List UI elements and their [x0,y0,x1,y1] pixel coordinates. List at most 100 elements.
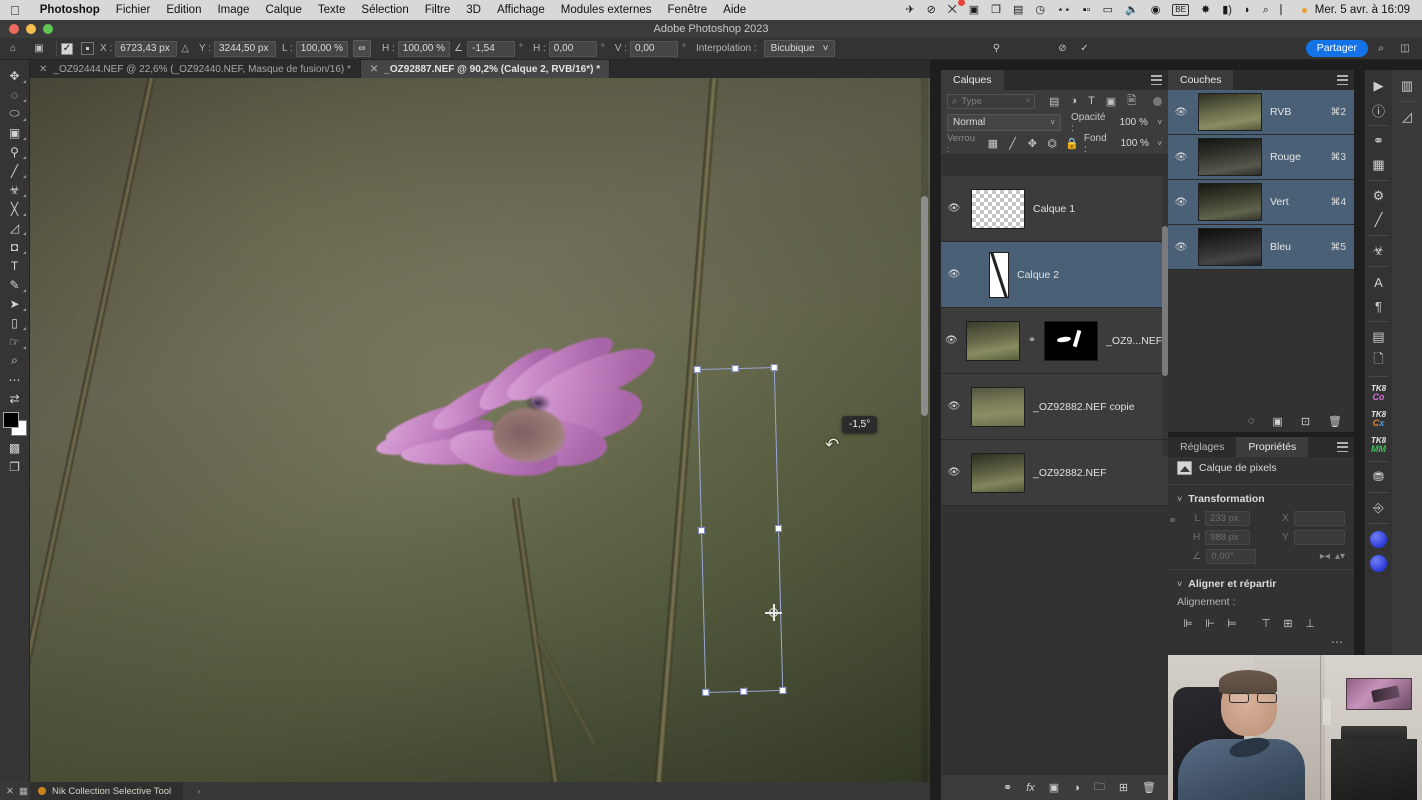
height-field[interactable]: 100,00 % [397,40,451,57]
cancel-transform-icon[interactable]: ⊘ [1051,38,1073,60]
align-center-horizontal-icon[interactable]: ⊩ [1199,614,1221,632]
menu-item-fenetre[interactable]: Fenêtre [660,0,716,20]
align-right-icon[interactable]: ⊨ [1221,614,1243,632]
lock-transparency-icon[interactable]: ▦ [985,137,1001,150]
document-tab-1[interactable]: ✕ _OZ92444.NEF @ 22,6% (_OZ92440.NEF, Ma… [30,60,361,78]
layer-name[interactable]: Calque 1 [1033,203,1075,215]
fill-value[interactable]: 100 % [1116,136,1153,152]
layer-visibility-icon[interactable]: 👁 [945,401,963,412]
menu-bar-clock[interactable]: Mer. 5 avr. à 16:09 [1307,4,1414,16]
brush-settings-icon[interactable]: ╱ [1366,208,1392,232]
plugin-blue2-icon[interactable] [1366,551,1392,575]
delete-channel-icon[interactable]: 🗑 [1328,415,1342,428]
plugin-blue-icon[interactable] [1366,527,1392,551]
layer-visibility-icon[interactable]: 👁 [945,335,958,346]
filter-smart-object-icon[interactable]: 🗎 [1127,92,1136,111]
table-row[interactable]: 👁 _OZ92882.NEF copie [941,374,1168,440]
adjustments-panel-icon[interactable]: ⚙ [1366,184,1392,208]
list-item[interactable]: 👁 Vert ⌘4 [1168,180,1354,225]
panel-menu-icon[interactable] [1337,442,1348,452]
list-item[interactable]: 👁 RVB ⌘2 [1168,90,1354,135]
zoom-tool[interactable]: ⌕ [2,351,28,370]
menu-item-photoshop[interactable]: Photoshop [32,0,108,20]
time-machine-icon[interactable]: ◷ [1029,0,1051,20]
new-layer-icon[interactable]: ⊞ [1119,781,1128,794]
new-channel-icon[interactable]: ⊡ [1301,415,1310,428]
paragraph-panel-icon[interactable]: ¶ [1366,294,1392,318]
width-field[interactable]: 100,00 % [295,40,348,57]
screen-record-icon[interactable]: ▣ [963,0,985,20]
brush-tool[interactable]: ╱ [2,161,28,180]
document-tab-2[interactable]: ✕ _OZ92887.NEF @ 90,2% (Calque 2, RVB/16… [360,60,611,78]
clone-stamp-tool[interactable]: ☣ [2,180,28,199]
document-canvas[interactable]: ↶ -1,5° [30,78,930,790]
transform-handle-bottom-right[interactable] [779,686,787,695]
display-icon[interactable]: ▭ [1097,0,1119,20]
pen-tool[interactable]: ✎ [2,275,28,294]
layer-thumbnail[interactable] [971,386,1025,427]
chevron-down-icon[interactable]: ˅ [1157,139,1162,148]
new-adjustment-layer-icon[interactable]: ◑ [1073,782,1080,794]
histogram-panel-icon[interactable]: ▥ [1394,74,1420,98]
hand-tool[interactable]: ☞ [2,332,28,351]
channel-visibility-icon[interactable]: 👁 [1172,242,1190,253]
blend-mode-select[interactable]: Normal ˅ [947,114,1061,131]
constrain-proportions-icon[interactable]: ⚭ [1168,514,1178,536]
layer-mask-thumbnail[interactable] [1044,320,1099,361]
apple-icon[interactable]:  [10,4,20,17]
tab-proprietes[interactable]: Propriétés [1236,437,1309,457]
tab-couches[interactable]: Couches [1168,70,1234,90]
transform-handle-bottom-center[interactable] [740,687,748,696]
interpolation-select[interactable]: Bicubique ˅ [763,40,836,57]
paths-panel-icon[interactable]: ◿ [1394,105,1420,129]
chain-link-icon[interactable]: ∞ [353,40,371,57]
transform-reference-icon[interactable]: ▣ [26,38,52,60]
color-panel-icon[interactable]: ⚭ [1366,129,1392,153]
tk8-mm-icon[interactable]: TK8 MM [1366,432,1392,458]
foreground-color-swatch[interactable] [2,412,19,428]
channel-visibility-icon[interactable]: 👁 [1172,107,1190,118]
spotlight-icon[interactable]: ⌕ [1257,0,1275,20]
menu-item-calque[interactable]: Calque [257,0,309,20]
y-input[interactable] [1293,530,1346,545]
tk8-co-icon[interactable]: TK8 Co [1366,380,1392,406]
table-row[interactable]: 👁 Calque 2 [941,242,1168,308]
volume-icon[interactable]: 🔈 [1119,0,1145,20]
list-item[interactable]: 👁 Rouge ⌘3 [1168,135,1354,180]
commit-transform-icon[interactable]: ✓ [1073,38,1095,60]
object-selection-tool[interactable]: ▣ [2,123,28,142]
character-panel-icon[interactable]: A [1366,270,1392,294]
transform-handle-top-left[interactable] [693,365,701,374]
delete-layer-icon[interactable]: 🗑 [1142,781,1156,794]
menu-item-texte[interactable]: Texte [310,0,354,20]
lasso-tool[interactable]: ⬭ [2,104,28,123]
rotation-angle-field[interactable]: -1,54 [467,40,516,57]
close-icon[interactable]: ✕ [39,64,47,75]
layer-name[interactable]: _OZ92882.NEF copie [1033,401,1135,413]
channel-visibility-icon[interactable]: 👁 [1172,152,1190,163]
battery-icon[interactable]: ▮) [1216,0,1238,20]
wifi-sharing-icon[interactable]: ✈ [899,0,920,20]
layer-thumbnail[interactable] [965,320,1020,361]
mask-link-icon[interactable]: ⚭ [1028,335,1036,346]
transform-handle-bottom-left[interactable] [702,688,710,697]
do-not-disturb-icon[interactable]: ⊘ [921,0,942,20]
align-middle-vertical-icon[interactable]: ⊞ [1277,614,1299,632]
layer-visibility-icon[interactable]: 👁 [945,269,963,280]
info-icon[interactable]: ⓘ [1366,98,1392,122]
opacity-value[interactable]: 100 % [1114,115,1153,131]
flip-horizontal-icon[interactable]: ▸◂ [1320,551,1330,562]
tab-calques[interactable]: Calques [941,70,1004,90]
bluetooth-icon[interactable]: ✸ [1195,0,1216,20]
layer-visibility-icon[interactable]: 👁 [945,203,963,214]
table-row[interactable]: 👁 _OZ92882.NEF [941,440,1168,506]
notes-panel-icon[interactable]: 🗋 [1366,349,1392,373]
skew-v-field[interactable]: 0,00 [630,40,679,57]
canvas-scrollbar-vertical[interactable] [921,78,928,790]
table-row[interactable]: 👁 ⚭ _OZ9...NEF [941,308,1168,374]
transform-handle-top-right[interactable] [770,363,778,372]
add-layer-mask-icon[interactable]: ▣ [1049,781,1059,794]
menu-item-edition[interactable]: Edition [158,0,209,20]
list-item[interactable]: 👁 Bleu ⌘5 [1168,225,1354,270]
restore-icon[interactable]: ▦ [19,786,28,797]
